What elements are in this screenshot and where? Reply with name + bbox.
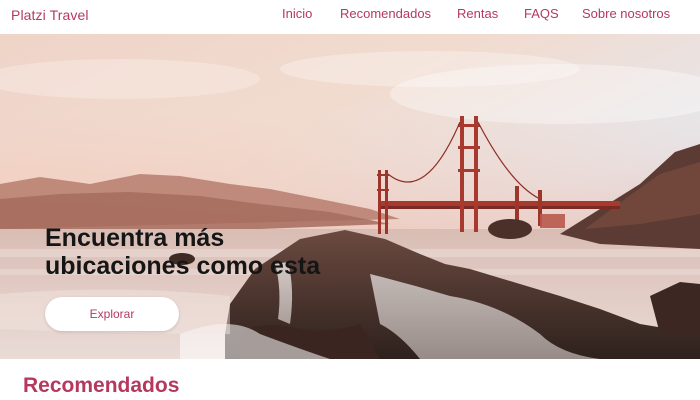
hero-title: Encuentra más ubicaciones como esta: [45, 224, 321, 280]
nav-item-rentas[interactable]: Rentas: [457, 6, 498, 21]
top-navbar: Platzi Travel Inicio Recomendados Rentas…: [0, 0, 700, 34]
explore-button[interactable]: Explorar: [45, 297, 179, 331]
nav-item-faqs[interactable]: FAQS: [524, 6, 559, 21]
nav-item-recomendados[interactable]: Recomendados: [340, 6, 431, 21]
hero-banner: Encuentra más ubicaciones como esta Expl…: [0, 34, 700, 359]
main-nav: Inicio Recomendados Rentas FAQS Sobre no…: [0, 6, 700, 26]
nav-item-sobre-nosotros[interactable]: Sobre nosotros: [582, 6, 670, 21]
nav-item-inicio[interactable]: Inicio: [282, 6, 312, 21]
recommended-section-title: Recomendados: [23, 374, 180, 397]
